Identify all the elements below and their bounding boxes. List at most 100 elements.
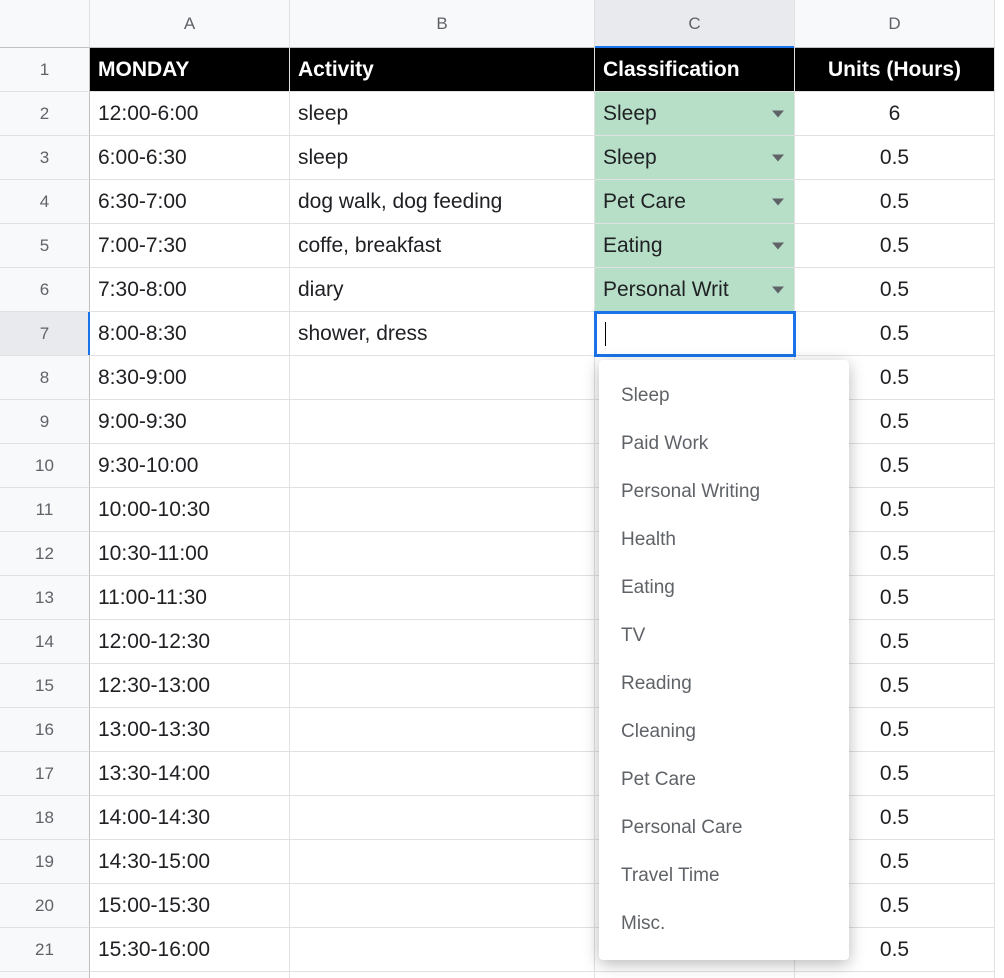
row-header[interactable]: 20: [0, 884, 90, 928]
cell[interactable]: 7:30-8:00: [90, 268, 290, 312]
cell[interactable]: 13:00-13:30: [90, 708, 290, 752]
row-header[interactable]: 12: [0, 532, 90, 576]
cell[interactable]: Eating: [595, 224, 795, 268]
row-header[interactable]: 17: [0, 752, 90, 796]
cell[interactable]: 6: [795, 92, 995, 136]
cell[interactable]: diary: [290, 268, 595, 312]
cell[interactable]: 0.5: [795, 972, 995, 978]
row-header[interactable]: 16: [0, 708, 90, 752]
cell[interactable]: [290, 884, 595, 928]
dropdown-option[interactable]: Misc.: [599, 900, 849, 948]
cell[interactable]: 6:30-7:00: [90, 180, 290, 224]
row-header[interactable]: 13: [0, 576, 90, 620]
cell[interactable]: [290, 576, 595, 620]
row-header[interactable]: 8: [0, 356, 90, 400]
cell[interactable]: 7:00-7:30: [90, 224, 290, 268]
cell[interactable]: sleep: [290, 92, 595, 136]
dropdown-option[interactable]: Cleaning: [599, 708, 849, 756]
cell[interactable]: [595, 972, 795, 978]
cell[interactable]: sleep: [290, 136, 595, 180]
cell[interactable]: coffe, breakfast: [290, 224, 595, 268]
dropdown-option[interactable]: TV: [599, 612, 849, 660]
cell[interactable]: [290, 708, 595, 752]
dropdown-option[interactable]: Paid Work: [599, 420, 849, 468]
cell[interactable]: [290, 972, 595, 978]
row-header[interactable]: 15: [0, 664, 90, 708]
header-cell[interactable]: Classification: [595, 48, 795, 92]
dropdown-option[interactable]: Personal Writing: [599, 468, 849, 516]
cell[interactable]: [290, 356, 595, 400]
chevron-down-icon[interactable]: [772, 198, 784, 205]
row-header[interactable]: 18: [0, 796, 90, 840]
header-cell[interactable]: Activity: [290, 48, 595, 92]
dropdown-option[interactable]: Health: [599, 516, 849, 564]
cell[interactable]: 15:00-15:30: [90, 884, 290, 928]
cell[interactable]: Sleep: [595, 136, 795, 180]
row-header[interactable]: 10: [0, 444, 90, 488]
chevron-down-icon[interactable]: [772, 286, 784, 293]
cell[interactable]: 14:30-15:00: [90, 840, 290, 884]
cell[interactable]: 16:00-16:30: [90, 972, 290, 978]
row-header[interactable]: 1: [0, 48, 90, 92]
dropdown-option[interactable]: Reading: [599, 660, 849, 708]
row-header[interactable]: 9: [0, 400, 90, 444]
cell[interactable]: 0.5: [795, 224, 995, 268]
row-header[interactable]: 14: [0, 620, 90, 664]
column-header-D[interactable]: D: [795, 0, 995, 48]
row-header[interactable]: 22: [0, 972, 90, 978]
row-header[interactable]: 2: [0, 92, 90, 136]
cell[interactable]: 10:00-10:30: [90, 488, 290, 532]
dropdown-option[interactable]: Eating: [599, 564, 849, 612]
cell[interactable]: 8:00-8:30: [90, 312, 290, 356]
dropdown-option[interactable]: Pet Care: [599, 756, 849, 804]
select-all-corner[interactable]: [0, 0, 90, 48]
dropdown-option[interactable]: Personal Care: [599, 804, 849, 852]
cell[interactable]: [290, 796, 595, 840]
cell[interactable]: [595, 312, 795, 356]
cell[interactable]: Personal Writ: [595, 268, 795, 312]
cell[interactable]: [290, 444, 595, 488]
row-header[interactable]: 7: [0, 312, 90, 356]
cell[interactable]: 0.5: [795, 312, 995, 356]
row-header[interactable]: 4: [0, 180, 90, 224]
chevron-down-icon[interactable]: [772, 154, 784, 161]
cell[interactable]: 11:00-11:30: [90, 576, 290, 620]
validation-dropdown[interactable]: SleepPaid WorkPersonal WritingHealthEati…: [599, 360, 849, 960]
cell[interactable]: 9:30-10:00: [90, 444, 290, 488]
cell[interactable]: 14:00-14:30: [90, 796, 290, 840]
chevron-down-icon[interactable]: [772, 110, 784, 117]
header-cell[interactable]: MONDAY: [90, 48, 290, 92]
column-header-C[interactable]: C: [595, 0, 795, 48]
cell[interactable]: 0.5: [795, 136, 995, 180]
cell[interactable]: [290, 532, 595, 576]
row-header[interactable]: 3: [0, 136, 90, 180]
cell[interactable]: Sleep: [595, 92, 795, 136]
cell[interactable]: [290, 664, 595, 708]
cell[interactable]: 10:30-11:00: [90, 532, 290, 576]
cell[interactable]: [290, 840, 595, 884]
cell[interactable]: 0.5: [795, 180, 995, 224]
cell[interactable]: 8:30-9:00: [90, 356, 290, 400]
dropdown-option[interactable]: Sleep: [599, 372, 849, 420]
cell[interactable]: 12:00-12:30: [90, 620, 290, 664]
cell[interactable]: dog walk, dog feeding: [290, 180, 595, 224]
cell[interactable]: 15:30-16:00: [90, 928, 290, 972]
cell[interactable]: 12:30-13:00: [90, 664, 290, 708]
row-header[interactable]: 11: [0, 488, 90, 532]
chevron-down-icon[interactable]: [772, 242, 784, 249]
cell[interactable]: 12:00-6:00: [90, 92, 290, 136]
cell[interactable]: 6:00-6:30: [90, 136, 290, 180]
header-cell[interactable]: Units (Hours): [795, 48, 995, 92]
cell[interactable]: [290, 752, 595, 796]
cell[interactable]: 0.5: [795, 268, 995, 312]
column-header-B[interactable]: B: [290, 0, 595, 48]
cell[interactable]: 13:30-14:00: [90, 752, 290, 796]
column-header-A[interactable]: A: [90, 0, 290, 48]
cell[interactable]: Pet Care: [595, 180, 795, 224]
row-header[interactable]: 5: [0, 224, 90, 268]
row-header[interactable]: 6: [0, 268, 90, 312]
row-header[interactable]: 19: [0, 840, 90, 884]
cell[interactable]: 9:00-9:30: [90, 400, 290, 444]
cell[interactable]: [290, 620, 595, 664]
cell[interactable]: [290, 928, 595, 972]
